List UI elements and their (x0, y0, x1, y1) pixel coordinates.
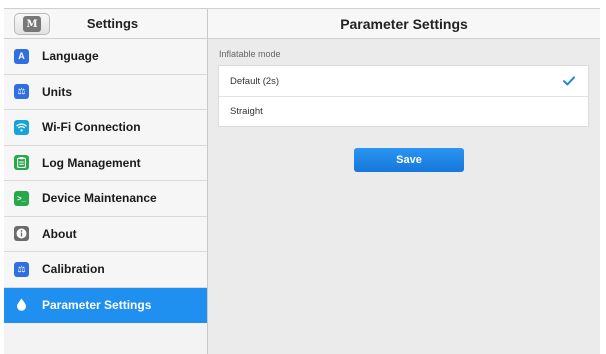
sidebar-item-label: About (42, 226, 77, 241)
option-straight[interactable]: Straight (219, 96, 588, 126)
option-label: Default (2s) (230, 75, 280, 87)
sidebar-item-label: Log Management (42, 155, 141, 170)
drop-icon (14, 297, 29, 312)
sidebar-item-units[interactable]: ⚖ Units (4, 74, 207, 110)
sidebar-item-wifi[interactable]: Wi-Fi Connection (4, 110, 207, 146)
sidebar-item-label: Units (42, 84, 72, 99)
sidebar-header: M Settings (4, 9, 207, 39)
sidebar: M Settings A Language ⚖ Units Wi-Fi Conn… (4, 9, 208, 354)
maintenance-icon: >_ (14, 190, 29, 206)
section-label: Inflatable mode (219, 49, 281, 59)
language-icon: A (14, 48, 29, 64)
main-panel: Parameter Settings Inflatable mode Defau… (208, 9, 600, 354)
sidebar-item-label: Language (42, 49, 99, 64)
about-icon (14, 226, 29, 242)
save-button[interactable]: Save (354, 148, 464, 172)
sidebar-item-calibration[interactable]: ⚖ Calibration (4, 252, 207, 288)
checkmark-icon (562, 74, 576, 88)
sidebar-item-label: Device Maintenance (42, 191, 157, 206)
sidebar-item-log-management[interactable]: Log Management (4, 145, 207, 181)
option-label: Straight (230, 106, 263, 117)
inflatable-mode-options: Default (2s) Straight (218, 65, 589, 127)
home-icon: M (23, 16, 41, 32)
sidebar-item-parameter-settings[interactable]: Parameter Settings (4, 287, 207, 323)
settings-app: M Settings A Language ⚖ Units Wi-Fi Conn… (4, 8, 600, 354)
sidebar-item-about[interactable]: About (4, 216, 207, 252)
option-default[interactable]: Default (2s) (219, 66, 588, 96)
log-icon (14, 155, 29, 171)
units-icon: ⚖ (14, 84, 29, 100)
sidebar-filler (4, 323, 207, 354)
wifi-icon (14, 119, 29, 135)
sidebar-item-label: Parameter Settings (42, 297, 152, 312)
main-header: Parameter Settings (208, 9, 600, 39)
sidebar-menu: A Language ⚖ Units Wi-Fi Connection Log … (4, 39, 207, 354)
sidebar-item-language[interactable]: A Language (4, 39, 207, 75)
calibration-icon: ⚖ (14, 261, 29, 277)
home-button[interactable]: M (14, 13, 50, 35)
page-title: Parameter Settings (340, 15, 468, 32)
sidebar-item-label: Calibration (42, 262, 105, 277)
save-container: Save (208, 127, 600, 172)
sidebar-item-device-maintenance[interactable]: >_ Device Maintenance (4, 181, 207, 217)
sidebar-item-label: Wi-Fi Connection (42, 120, 141, 135)
